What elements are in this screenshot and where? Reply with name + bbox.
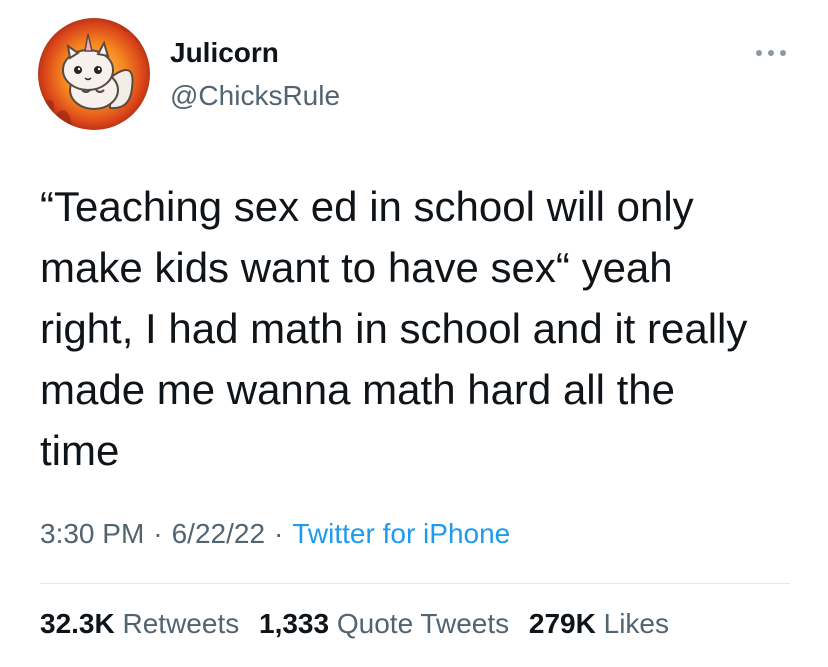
quote-tweets-label: Quote Tweets	[336, 608, 510, 639]
likes-label: Likes	[603, 608, 669, 639]
more-options-button[interactable]	[750, 38, 792, 68]
avatar-image	[38, 18, 150, 130]
display-name[interactable]: Julicorn	[170, 37, 279, 69]
tweet-source-link[interactable]: Twitter for iPhone	[292, 518, 510, 549]
user-handle[interactable]: @ChicksRule	[170, 80, 340, 112]
tweet-metadata: 3:30 PM · 6/22/22 · Twitter for iPhone	[40, 518, 510, 550]
tweet-text: “Teaching sex ed in school will only mak…	[40, 183, 748, 474]
quote-tweets-stat[interactable]: 1,333 Quote Tweets	[259, 608, 509, 639]
retweets-count: 32.3K	[40, 608, 115, 639]
separator: ·	[153, 518, 163, 549]
tweet-stats: 32.3K Retweets 1,333 Quote Tweets 279K L…	[40, 608, 669, 640]
retweets-stat[interactable]: 32.3K Retweets	[40, 608, 239, 639]
tweet-date[interactable]: 6/22/22	[172, 518, 265, 549]
tweet-time[interactable]: 3:30 PM	[40, 518, 144, 549]
tweet: Julicorn @ChicksRule “Teaching sex ed in…	[0, 0, 828, 667]
more-horizontal-icon	[756, 50, 786, 56]
avatar[interactable]	[38, 18, 150, 130]
divider	[40, 583, 790, 584]
quote-tweets-count: 1,333	[259, 608, 330, 639]
likes-count: 279K	[528, 608, 596, 639]
likes-stat[interactable]: 279K Likes	[529, 608, 669, 639]
retweets-label: Retweets	[122, 608, 240, 639]
separator: ·	[274, 518, 284, 549]
